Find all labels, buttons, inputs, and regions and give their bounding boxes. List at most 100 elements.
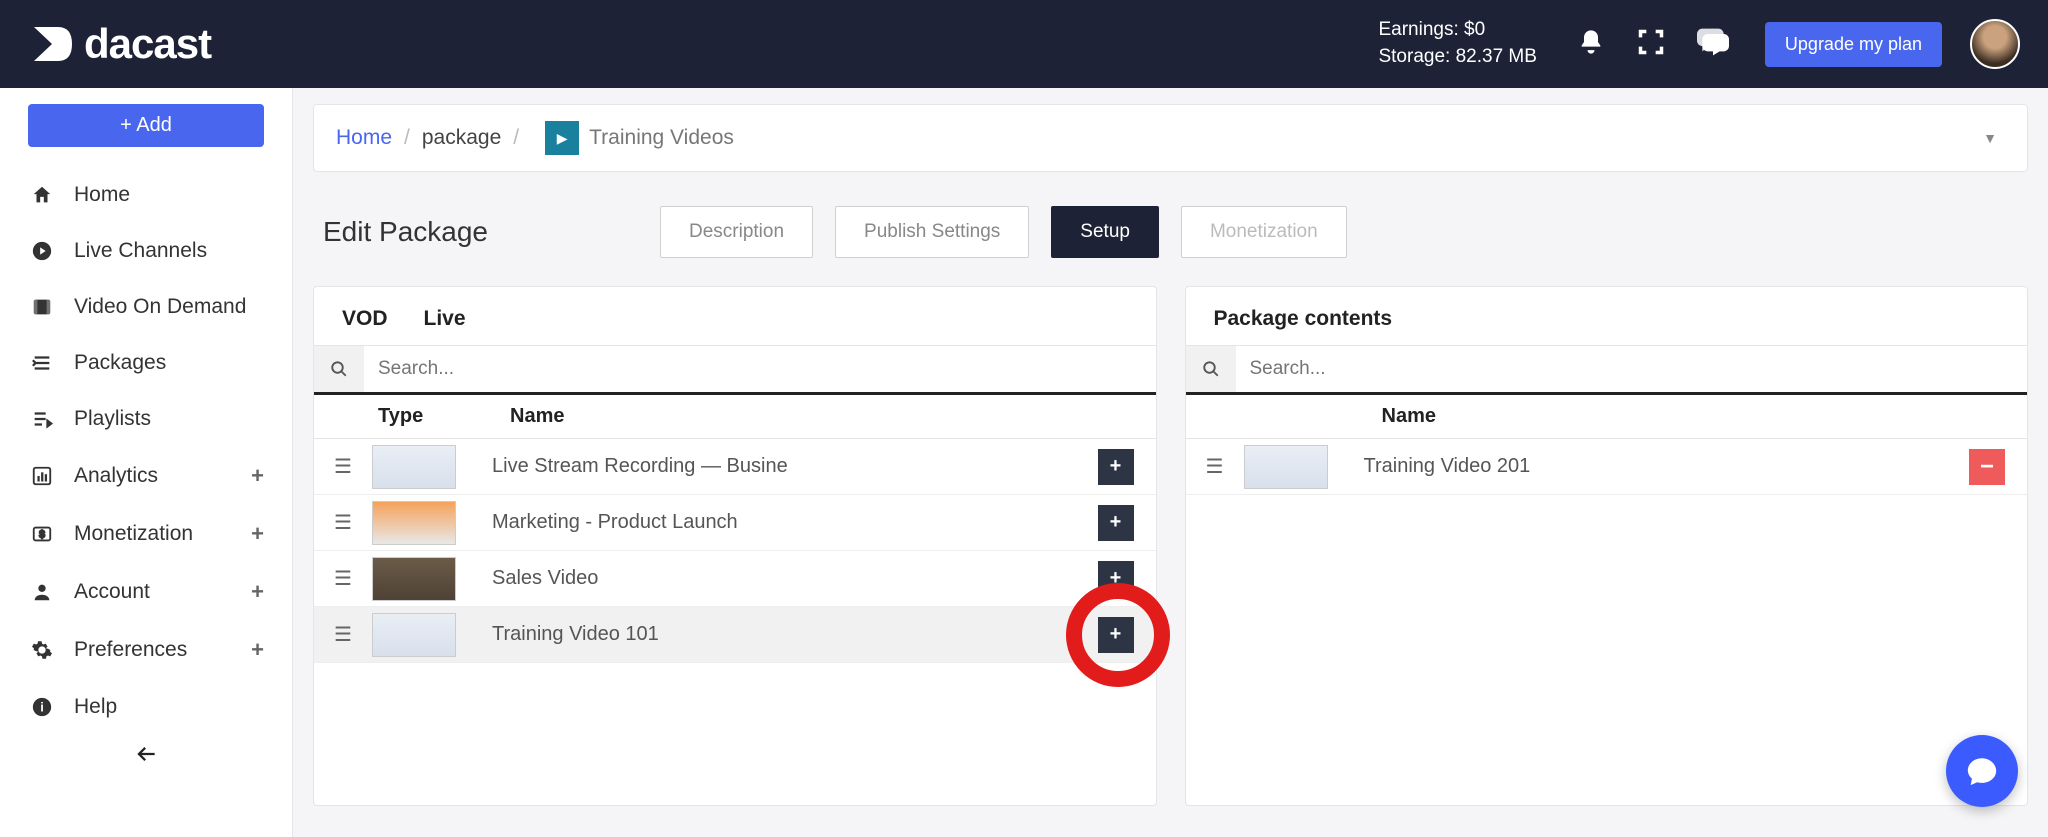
sidebar-item-analytics[interactable]: Analytics + <box>0 447 292 505</box>
storage-text: Storage: 82.37 MB <box>1378 44 1536 71</box>
inner-tab-live[interactable]: Live <box>424 307 466 331</box>
search-icon <box>1186 346 1236 392</box>
expand-icon[interactable]: + <box>251 521 264 547</box>
video-name: Marketing - Product Launch <box>492 511 1076 534</box>
svg-text:$: $ <box>39 530 45 541</box>
add-to-package-button[interactable]: + <box>1098 561 1134 597</box>
play-badge-icon: ▶ <box>545 121 579 155</box>
available-search-input[interactable] <box>364 346 1156 392</box>
sidebar-item-vod[interactable]: Video On Demand <box>0 279 292 335</box>
video-thumbnail <box>372 501 456 545</box>
video-thumbnail <box>372 613 456 657</box>
video-name: Live Stream Recording — Busine <box>492 455 1076 478</box>
user-avatar[interactable] <box>1970 19 2020 69</box>
drag-handle-icon[interactable]: ☰ <box>314 510 372 535</box>
contents-search-input[interactable] <box>1236 346 2028 392</box>
drag-handle-icon[interactable]: ☰ <box>314 622 372 647</box>
breadcrumb-sep: / <box>404 126 410 150</box>
chevron-down-icon[interactable]: ▼ <box>1983 130 1997 146</box>
package-contents-panel: Package contents Name ☰ Training Video 2… <box>1185 286 2029 806</box>
video-name: Training Video 101 <box>492 623 1076 646</box>
sidebar-item-help[interactable]: i Help <box>0 679 292 735</box>
add-button[interactable]: + Add <box>28 104 264 147</box>
app-header: dacast Earnings: $0 Storage: 82.37 MB Up… <box>0 0 2048 88</box>
sidebar-item-live-channels[interactable]: Live Channels <box>0 223 292 279</box>
main-content: Home / package / ▶ Training Videos ▼ Edi… <box>293 88 2048 837</box>
drag-handle-icon[interactable]: ☰ <box>1186 454 1244 479</box>
video-row[interactable]: ☰ Training Video 101 + <box>314 607 1156 663</box>
page-title: Edit Package <box>323 216 488 248</box>
sidebar-item-playlists[interactable]: Playlists <box>0 391 292 447</box>
tab-setup[interactable]: Setup <box>1051 206 1159 258</box>
gear-icon <box>28 639 56 661</box>
chart-icon <box>28 465 56 487</box>
indent-icon <box>28 352 56 374</box>
remove-from-package-button[interactable]: − <box>1969 449 2005 485</box>
breadcrumb-home[interactable]: Home <box>336 126 392 150</box>
support-chat-button[interactable] <box>1946 735 2018 807</box>
sidebar-item-label: Playlists <box>74 407 151 431</box>
sidebar-item-label: Help <box>74 695 117 719</box>
drag-handle-icon[interactable]: ☰ <box>314 566 372 591</box>
expand-icon[interactable]: + <box>251 463 264 489</box>
chat-bubble-icon <box>1965 754 1999 788</box>
sidebar-item-label: Video On Demand <box>74 295 246 319</box>
breadcrumb-sep: / <box>513 126 519 150</box>
person-icon <box>28 581 56 603</box>
video-name: Sales Video <box>492 567 1076 590</box>
breadcrumb-bar: Home / package / ▶ Training Videos ▼ <box>313 104 2028 172</box>
add-to-package-button[interactable]: + <box>1098 449 1134 485</box>
sidebar-item-monetization[interactable]: $ Monetization + <box>0 505 292 563</box>
earnings-text: Earnings: $0 <box>1378 17 1536 44</box>
panel-title: Package contents <box>1186 287 2028 345</box>
upgrade-plan-button[interactable]: Upgrade my plan <box>1765 22 1942 67</box>
dollar-icon: $ <box>28 523 56 545</box>
svg-text:i: i <box>40 700 44 715</box>
fullscreen-icon[interactable] <box>1637 28 1665 61</box>
bell-icon[interactable] <box>1577 28 1605 61</box>
sidebar-item-label: Monetization <box>74 522 193 546</box>
home-icon <box>28 184 56 206</box>
sidebar: + Add Home Live Channels Video On Demand… <box>0 88 293 837</box>
sidebar-item-preferences[interactable]: Preferences + <box>0 621 292 679</box>
sidebar-item-label: Analytics <box>74 464 158 488</box>
playlist-icon <box>28 408 56 430</box>
video-thumbnail <box>1244 445 1328 489</box>
expand-icon[interactable]: + <box>251 637 264 663</box>
sidebar-item-label: Packages <box>74 351 166 375</box>
inner-tab-vod[interactable]: VOD <box>342 307 388 331</box>
column-header-type: Type <box>372 405 500 428</box>
tab-monetization[interactable]: Monetization <box>1181 206 1347 258</box>
search-icon <box>314 346 364 392</box>
video-row[interactable]: ☰ Marketing - Product Launch + <box>314 495 1156 551</box>
brand-mark-icon <box>28 21 74 67</box>
sidebar-item-label: Preferences <box>74 638 187 662</box>
video-row[interactable]: ☰ Sales Video + <box>314 551 1156 607</box>
sidebar-item-label: Live Channels <box>74 239 207 263</box>
column-header-name: Name <box>1372 405 1948 428</box>
breadcrumb-title: Training Videos <box>589 126 734 150</box>
tab-publish-settings[interactable]: Publish Settings <box>835 206 1029 258</box>
sidebar-item-packages[interactable]: Packages <box>0 335 292 391</box>
usage-stats: Earnings: $0 Storage: 82.37 MB <box>1378 17 1536 70</box>
video-thumbnail <box>372 445 456 489</box>
play-circle-icon <box>28 240 56 262</box>
package-content-row[interactable]: ☰ Training Video 201 − <box>1186 439 2028 495</box>
sidebar-item-account[interactable]: Account + <box>0 563 292 621</box>
sidebar-item-label: Account <box>74 580 150 604</box>
info-icon: i <box>28 696 56 718</box>
brand-logo: dacast <box>28 20 211 68</box>
video-row[interactable]: ☰ Live Stream Recording — Busine + <box>314 439 1156 495</box>
tab-description[interactable]: Description <box>660 206 813 258</box>
column-header-name: Name <box>500 405 1076 428</box>
drag-handle-icon[interactable]: ☰ <box>314 454 372 479</box>
add-to-package-button[interactable]: + <box>1098 617 1134 653</box>
expand-icon[interactable]: + <box>251 579 264 605</box>
collapse-sidebar-icon[interactable] <box>133 741 159 772</box>
sidebar-item-home[interactable]: Home <box>0 167 292 223</box>
add-to-package-button[interactable]: + <box>1098 505 1134 541</box>
chat-icon[interactable] <box>1697 28 1729 61</box>
brand-text: dacast <box>84 20 211 68</box>
breadcrumb-package[interactable]: package <box>422 126 501 150</box>
sidebar-item-label: Home <box>74 183 130 207</box>
